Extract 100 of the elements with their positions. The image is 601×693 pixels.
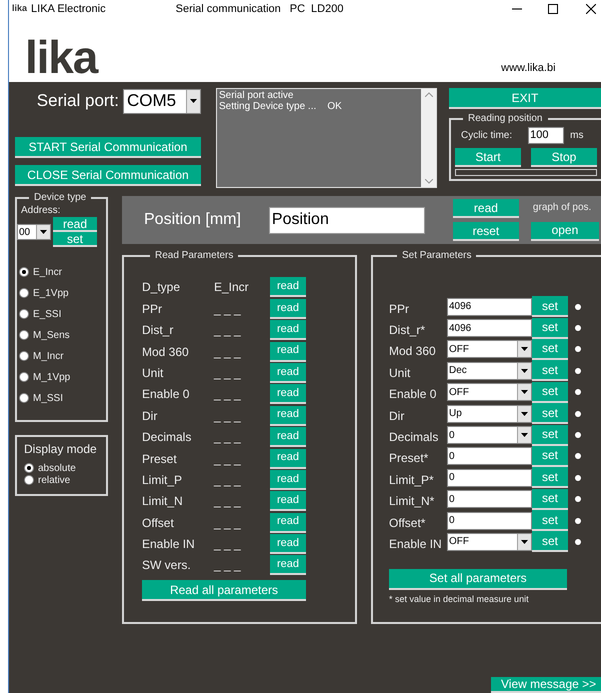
parameter-name: Dist_r* [389, 322, 426, 340]
position-read-button[interactable]: read [452, 199, 519, 218]
set-button[interactable]: set [532, 360, 568, 382]
read-button[interactable]: read [270, 362, 306, 383]
device-option-label[interactable]: M_Incr [33, 348, 64, 364]
connection-button[interactable]: START Serial Communication [15, 137, 201, 158]
read-button[interactable]: read [270, 512, 306, 533]
log-line: Setting Device type ... OK [219, 101, 343, 112]
radio-button[interactable] [19, 267, 29, 277]
maximize-icon[interactable] [548, 4, 558, 14]
radio-button[interactable] [19, 330, 29, 340]
value-field[interactable]: 0 [447, 490, 532, 508]
parameter-name: Preset [142, 450, 178, 468]
read-button[interactable]: read [270, 277, 306, 298]
set-button[interactable]: set [532, 510, 568, 532]
read-button[interactable]: read [270, 555, 306, 576]
close-icon[interactable] [586, 4, 596, 14]
read-button[interactable]: read [270, 448, 306, 469]
read-button[interactable]: read [270, 384, 306, 404]
parameter-name: Mod 360 [142, 344, 190, 361]
position-reset-button[interactable]: reset [452, 222, 519, 241]
radio-button[interactable] [19, 288, 29, 298]
start-button[interactable]: Start [455, 148, 521, 167]
open-graph-button[interactable]: open [530, 222, 599, 240]
read-button[interactable]: read [270, 298, 306, 319]
value-select[interactable]: Dec [447, 362, 532, 380]
parameter-name: Decimals [389, 429, 440, 446]
device-option-label[interactable]: M_Sens [33, 328, 70, 342]
radio-button[interactable] [24, 463, 34, 473]
parameter-name: Limit_N [142, 493, 184, 510]
device-option-label[interactable]: M_SSI [33, 390, 64, 406]
read-button[interactable]: read [270, 491, 306, 512]
parameter-name: Mod 360 [389, 343, 437, 360]
value-field[interactable]: 0 [447, 468, 532, 487]
group-title: Device type [33, 191, 88, 205]
read-button[interactable]: read [270, 470, 306, 490]
position-field[interactable]: Position [268, 206, 425, 234]
value-field[interactable]: 4096 [447, 298, 532, 316]
parameter-value: _ _ _ [214, 536, 242, 554]
value-field[interactable]: 0 [447, 447, 532, 466]
window-title: Serial communication [176, 2, 281, 17]
parameter-value: _ _ _ [214, 557, 242, 574]
set-button[interactable]: set [532, 403, 568, 424]
position-label: Position [mm] [144, 210, 241, 230]
set-button[interactable]: set [532, 467, 568, 488]
set-button[interactable]: set [532, 446, 568, 467]
radio-button[interactable] [24, 475, 34, 485]
read-button[interactable]: read [270, 406, 306, 426]
parameter-value: _ _ _ [214, 364, 242, 382]
device-option-label[interactable]: E_Incr [33, 264, 62, 280]
exit-button[interactable]: EXIT [449, 88, 601, 109]
set-button[interactable]: set [532, 296, 568, 318]
value-select[interactable]: 0 [447, 426, 532, 444]
parameter-value: _ _ _ [214, 429, 242, 446]
parameter-name: Dist_r [142, 322, 174, 340]
cyclic-time-label: Cyclic time: [461, 128, 512, 142]
set-button[interactable]: set [532, 318, 568, 339]
lika-logo: lika [25, 34, 98, 80]
set-all-button[interactable]: Set all parameters [389, 568, 567, 590]
value-select[interactable]: Up [447, 404, 532, 423]
read-button[interactable]: read [270, 427, 306, 448]
log-line: Serial port active [219, 90, 294, 101]
parameter-name: Unit [389, 364, 412, 382]
radio-button[interactable] [19, 309, 29, 319]
display-mode-option-label[interactable]: absolute [38, 460, 76, 476]
view-message-button[interactable]: View message >> [491, 677, 601, 693]
value-select[interactable]: OFF [447, 383, 532, 402]
read-button[interactable]: read [270, 320, 306, 340]
address-read-button[interactable]: read [53, 217, 97, 232]
parameter-name: PPr [142, 300, 164, 318]
device-option-label[interactable]: E_SSI [33, 306, 62, 322]
radio-button[interactable] [19, 372, 29, 382]
address-label: Address: [21, 205, 62, 216]
value-select[interactable]: OFF [447, 340, 532, 358]
app-name: LIKA Electronic [31, 2, 106, 17]
value-select[interactable]: OFF [447, 532, 532, 551]
value-field[interactable]: 4096 [447, 319, 532, 338]
set-button[interactable]: set [532, 531, 568, 552]
stop-button[interactable]: Stop [531, 148, 597, 167]
read-button[interactable]: read [270, 342, 306, 362]
read-button[interactable]: read [270, 534, 306, 554]
read-all-button[interactable]: Read all parameters [142, 580, 306, 602]
set-button[interactable]: set [532, 424, 568, 446]
serial-port-select[interactable]: COM5 [123, 88, 201, 114]
address-select[interactable]: 00 [17, 224, 51, 240]
radio-button[interactable] [19, 393, 29, 403]
value-field[interactable]: 0 [447, 512, 532, 530]
set-button[interactable]: set [532, 382, 568, 403]
set-button[interactable]: set [532, 488, 568, 510]
device-option-label[interactable]: E_1Vpp [33, 286, 69, 300]
device-option-label[interactable]: M_1Vpp [33, 370, 70, 384]
address-set-button[interactable]: set [53, 232, 97, 247]
cyclic-time-field[interactable]: 100 [528, 126, 564, 144]
display-mode-option-label[interactable]: relative [38, 472, 70, 488]
set-button[interactable]: set [532, 338, 568, 360]
radio-button[interactable] [19, 351, 29, 361]
parameter-value: _ _ _ [214, 493, 242, 510]
parameter-value: _ _ _ [214, 408, 242, 425]
parameter-name: PPr [389, 300, 410, 318]
connection-button[interactable]: CLOSE Serial Communication [15, 165, 201, 186]
